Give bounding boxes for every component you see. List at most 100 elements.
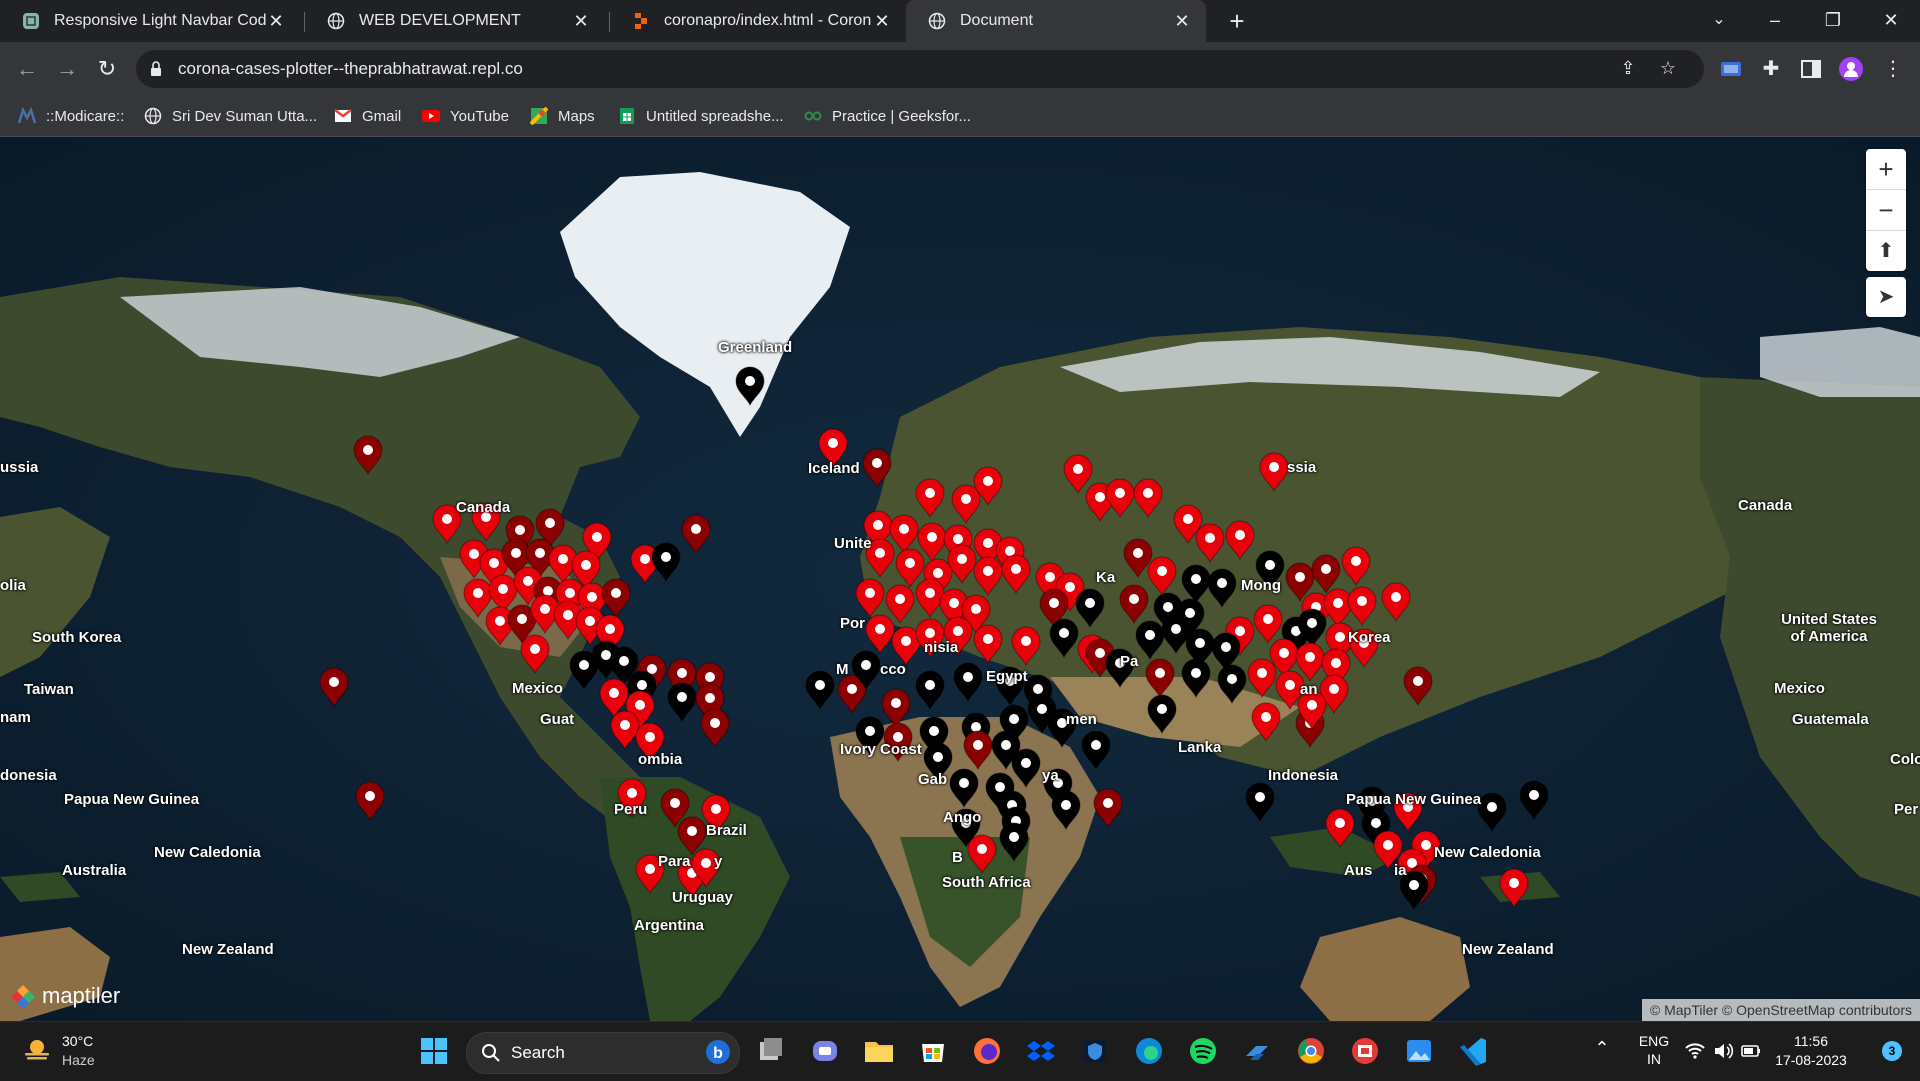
taskbar-search-box[interactable]: Search b (466, 1032, 740, 1074)
map-label: New Zealand (182, 941, 274, 958)
bookmark-maps[interactable]: Maps (530, 96, 595, 136)
anydesk-icon[interactable] (1346, 1032, 1384, 1070)
battery-icon[interactable] (1740, 1041, 1762, 1061)
map-label: South Africa (942, 874, 1031, 891)
chrome-icon[interactable] (1292, 1032, 1330, 1070)
bookmark-star-icon[interactable]: ☆ (1656, 58, 1680, 82)
tab-web-development[interactable]: WEB DEVELOPMENT ✕ (305, 0, 605, 42)
zoom-in-button[interactable]: + (1866, 149, 1906, 189)
language-indicator[interactable]: ENG IN (1634, 1032, 1674, 1068)
app-link-icon[interactable] (1238, 1032, 1276, 1070)
tab-label: Responsive Light Navbar Code (54, 12, 266, 29)
bookmark-untitled-spreadsheet[interactable]: Untitled spreadshe... (618, 96, 784, 136)
chevron-up-icon[interactable]: ⌃ (1590, 1038, 1614, 1059)
geolocate-control: ➤ (1866, 277, 1906, 317)
map-label: Unite (834, 535, 872, 552)
globe-icon (144, 107, 162, 125)
share-icon[interactable]: ⇪ (1616, 58, 1640, 82)
address-bar[interactable]: corona-cases-plotter--theprabhatrawat.re… (136, 50, 1704, 88)
tab-search-button[interactable]: ⌄ (1696, 0, 1742, 42)
close-icon[interactable]: ✕ (1172, 11, 1192, 32)
wifi-icon[interactable] (1684, 1041, 1706, 1061)
map-label: nisia (924, 639, 959, 656)
map-label: Canada (1738, 497, 1793, 514)
teams-chat-icon[interactable] (806, 1032, 844, 1070)
new-tab-button[interactable]: + (1222, 6, 1252, 36)
menu-icon[interactable]: ⋮ (1880, 56, 1906, 82)
bookmark-youtube[interactable]: YouTube (422, 96, 509, 136)
map-label: Guatemala (1792, 711, 1869, 728)
edge-icon[interactable] (1130, 1032, 1168, 1070)
language-label: ENG (1638, 1033, 1670, 1049)
windows-taskbar: 30°C Haze Search b ⌃ ENG IN 11:56 17-08-… (0, 1021, 1920, 1081)
map-label: Mong (1241, 577, 1281, 594)
bookmark-modicare[interactable]: ::Modicare:: (18, 96, 124, 136)
file-explorer-icon[interactable] (860, 1032, 898, 1070)
map-label: Ivory Coast (840, 741, 922, 758)
dropbox-icon[interactable] (1022, 1032, 1060, 1070)
volume-icon[interactable] (1712, 1041, 1734, 1061)
map-label: an (1300, 681, 1318, 698)
reload-button[interactable]: ↻ (90, 52, 124, 86)
bookmark-geeksforgeeks[interactable]: Practice | Geeksfor... (804, 96, 971, 136)
photos-icon[interactable] (1400, 1032, 1438, 1070)
map-label: Lanka (1178, 739, 1222, 756)
spotify-icon[interactable] (1184, 1032, 1222, 1070)
firefox-icon[interactable] (968, 1032, 1006, 1070)
close-window-button[interactable]: ✕ (1868, 0, 1914, 42)
map-label: M (836, 661, 849, 678)
lock-icon (151, 61, 161, 76)
youtube-icon (422, 110, 440, 122)
close-icon[interactable]: ✕ (872, 11, 892, 32)
map-label: Ka (1096, 569, 1116, 586)
map-label: Argentina (634, 917, 705, 934)
geolocate-icon[interactable]: ➤ (1866, 277, 1906, 317)
map-label: ombia (638, 751, 683, 768)
weather-desc: Haze (62, 1052, 95, 1068)
bookmark-label: Practice | Geeksfor... (832, 107, 971, 125)
map-label: Iceland (808, 460, 860, 477)
map-label: Ango (943, 809, 982, 826)
replit-icon (635, 13, 647, 29)
microsoft-store-icon[interactable] (914, 1032, 952, 1070)
vscode-icon[interactable] (1454, 1032, 1492, 1070)
windows-start-icon[interactable] (415, 1032, 453, 1070)
map-label: ya (1042, 767, 1059, 784)
extension-screen-icon[interactable] (1718, 56, 1744, 82)
extensions-puzzle-icon[interactable]: ✚ (1758, 56, 1784, 82)
bookmark-sri-dev-suman[interactable]: Sri Dev Suman Utta... (144, 96, 317, 136)
map-attribution[interactable]: © MapTiler © OpenStreetMap contributors (1641, 999, 1920, 1021)
tab-responsive-navbar[interactable]: Responsive Light Navbar Code ✕ (0, 0, 300, 42)
weather-temp: 30°C (62, 1033, 94, 1049)
tab-label: coronapro/index.html - Corona C (664, 12, 872, 29)
minimize-button[interactable]: – (1752, 0, 1798, 42)
world-map[interactable]: Greenland ussia Iceland Canada ssia Cana… (0, 137, 1920, 1021)
back-button[interactable]: ← (10, 52, 44, 86)
map-label: South Korea (32, 629, 122, 646)
compass-icon[interactable]: ⬆ (1866, 230, 1906, 271)
maps-icon (530, 107, 548, 125)
bookmark-label: ::Modicare:: (46, 107, 125, 125)
notification-badge[interactable]: 3 (1882, 1041, 1902, 1061)
maptiler-logo[interactable]: maptiler (10, 983, 120, 1009)
side-panel-icon[interactable] (1798, 56, 1824, 82)
task-view-icon[interactable] (752, 1032, 790, 1070)
map-label: Papua New Guinea (64, 791, 200, 808)
tab-coronapro[interactable]: coronapro/index.html - Corona C ✕ (610, 0, 906, 42)
close-icon[interactable]: ✕ (571, 11, 591, 32)
restore-button[interactable]: ❐ (1810, 0, 1856, 42)
forward-button[interactable]: → (50, 52, 84, 86)
avatar[interactable] (1838, 56, 1864, 82)
bookmark-gmail[interactable]: Gmail (334, 96, 401, 136)
bing-icon: b (706, 1040, 730, 1064)
bookmark-label: Gmail (362, 107, 402, 125)
map-label: Colo (1890, 751, 1920, 768)
map-label: Greenland (718, 339, 793, 356)
app-shield-icon[interactable] (1076, 1032, 1114, 1070)
tab-strip: Responsive Light Navbar Code ✕ WEB DEVEL… (0, 0, 1920, 42)
weather-widget[interactable]: 30°C Haze (22, 1032, 95, 1070)
clock[interactable]: 11:56 17-08-2023 (1766, 1032, 1856, 1070)
tab-document[interactable]: Document ✕ (906, 0, 1206, 42)
zoom-out-button[interactable]: − (1866, 189, 1906, 230)
close-icon[interactable]: ✕ (266, 11, 286, 32)
